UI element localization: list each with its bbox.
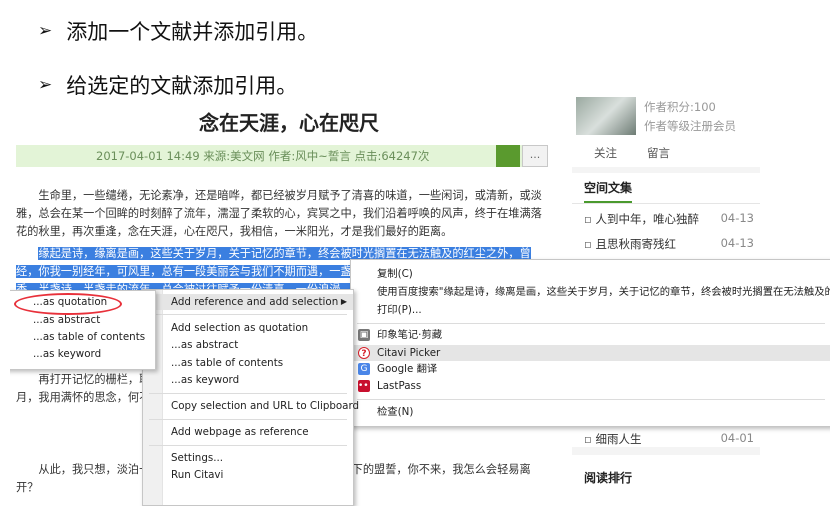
menu-item-add-webpage-as-reference[interactable]: Add webpage as reference <box>143 424 353 440</box>
menu-item-baidu-search[interactable]: 使用百度搜索"缘起是诗，缘离是画，这些关于岁月，关于记忆的章节，终会被时光搁置在… <box>351 284 830 300</box>
menu-item-lastpass[interactable]: ••• LastPass <box>351 378 830 394</box>
menu-item-settings[interactable]: Settings... <box>143 450 353 466</box>
browser-screenshot: 念在天涯，心在咫尺 2017-04-01 14:49 来源:美文网 作者:风中~… <box>10 97 830 506</box>
menu-item-inspect[interactable]: 检查(N) <box>351 404 830 420</box>
menu-item-label: 印象笔记·剪藏 <box>377 329 443 341</box>
menu-item-as-keyword[interactable]: ...as keyword <box>143 372 353 388</box>
list-item[interactable]: 且思秋雨寄残红 04-13 <box>584 236 754 252</box>
menu-item-as-keyword[interactable]: ...as keyword <box>10 346 155 362</box>
menu-item-label: LastPass <box>377 380 422 392</box>
author-points: 作者积分:100 <box>644 100 716 114</box>
list-item-date: 04-01 <box>720 431 754 445</box>
menu-item-label: Google 翻译 <box>377 363 438 375</box>
menu-item-copy[interactable]: 复制(C) <box>351 266 830 282</box>
menu-item-add-selection-as-quotation[interactable]: Add selection as quotation <box>143 320 353 336</box>
menu-separator <box>149 445 347 446</box>
menu-separator <box>149 393 347 394</box>
article-title: 念在天涯，心在咫尺 <box>199 111 379 135</box>
menu-item-as-table-of-contents[interactable]: ...as table of contents <box>143 355 353 371</box>
menu-item-run-citavi[interactable]: Run Citavi <box>143 467 353 483</box>
divider <box>572 447 760 455</box>
bullet-arrow-icon: ➢ <box>38 75 53 95</box>
rank-box: 阅读排行 <box>572 455 760 506</box>
annotation-circle <box>14 293 122 315</box>
divider <box>572 203 760 204</box>
share-button[interactable] <box>496 145 520 167</box>
list-item-date: 04-13 <box>720 211 754 225</box>
citavi-icon: ? <box>358 347 370 359</box>
menu-item-google-translate[interactable]: G Google 翻译 <box>351 361 830 377</box>
menu-separator <box>149 314 347 315</box>
browser-context-menu: 复制(C) 使用百度搜索"缘起是诗，缘离是画，这些关于岁月，关于记忆的章节，终会… <box>350 259 830 427</box>
menu-item-label: Citavi Picker <box>377 347 441 359</box>
list-item-title[interactable]: 且思秋雨寄残红 <box>584 236 676 252</box>
menu-item-copy-selection-and-url[interactable]: Copy selection and URL to Clipboard <box>143 398 359 414</box>
menu-separator <box>357 399 825 400</box>
message-link[interactable]: 留言 <box>647 145 670 161</box>
bullet-2-text: 给选定的文献添加引用。 <box>66 74 298 98</box>
list-item-title[interactable]: 细雨人生 <box>584 431 641 447</box>
collection-title: 空间文集 <box>584 179 633 203</box>
lastpass-icon: ••• <box>358 380 374 392</box>
menu-separator <box>149 419 347 420</box>
article-meta-bar: 2017-04-01 14:49 来源:美文网 作者:风中~誓言 点击:6424… <box>16 145 548 167</box>
article-paragraph-1: 生命里，一些缱绻，无论素净，还是暗哗，都已经被岁月赋予了清喜的味道，一些闲词，或… <box>16 189 542 238</box>
author-profile: 作者积分:100 作者等级注册会员 关注 留言 <box>572 97 760 167</box>
author-level: 作者等级注册会员 <box>644 119 736 133</box>
more-button[interactable]: ... <box>522 145 548 167</box>
menu-item-as-abstract[interactable]: ...as abstract <box>143 337 353 353</box>
menu-item-as-table-of-contents[interactable]: ...as table of contents <box>10 329 155 345</box>
list-item[interactable]: 细雨人生 04-01 <box>584 431 754 447</box>
evernote-icon: ▣ <box>358 329 370 341</box>
menu-item-add-reference-and-selection[interactable]: Add reference and add selection ▶ <box>143 294 353 310</box>
follow-link[interactable]: 关注 <box>594 145 617 161</box>
menu-item-citavi-picker[interactable]: ? Citavi Picker <box>351 345 830 361</box>
menu-item-print[interactable]: 打印(P)... <box>351 302 830 318</box>
list-item-title[interactable]: 人到中年，唯心独醉 <box>584 211 699 227</box>
bullet-arrow-icon: ➢ <box>38 21 53 41</box>
article-meta: 2017-04-01 14:49 来源:美文网 作者:风中~誓言 点击:6424… <box>96 149 430 163</box>
slide-bullet-2: ➢ 给选定的文献添加引用。 <box>38 70 297 100</box>
bullet-1-text: 添加一个文献并添加引用。 <box>66 20 319 44</box>
avatar[interactable] <box>576 97 636 135</box>
menu-item-evernote[interactable]: ▣ 印象笔记·剪藏 <box>351 327 830 343</box>
rank-title: 阅读排行 <box>584 471 633 485</box>
list-item[interactable]: 人到中年，唯心独醉 04-13 <box>584 211 754 227</box>
slide-bullet-1: ➢ 添加一个文献并添加引用。 <box>38 16 318 46</box>
menu-separator <box>357 323 825 324</box>
translate-icon: G <box>358 363 370 375</box>
list-item-date: 04-13 <box>720 236 754 250</box>
profile-actions: 关注 留言 <box>594 145 670 161</box>
menu-item-label: Add reference and add selection <box>171 296 339 308</box>
chevron-right-icon: ▶ <box>340 297 347 306</box>
citavi-submenu: Add reference and add selection ▶ Add se… <box>142 289 359 506</box>
